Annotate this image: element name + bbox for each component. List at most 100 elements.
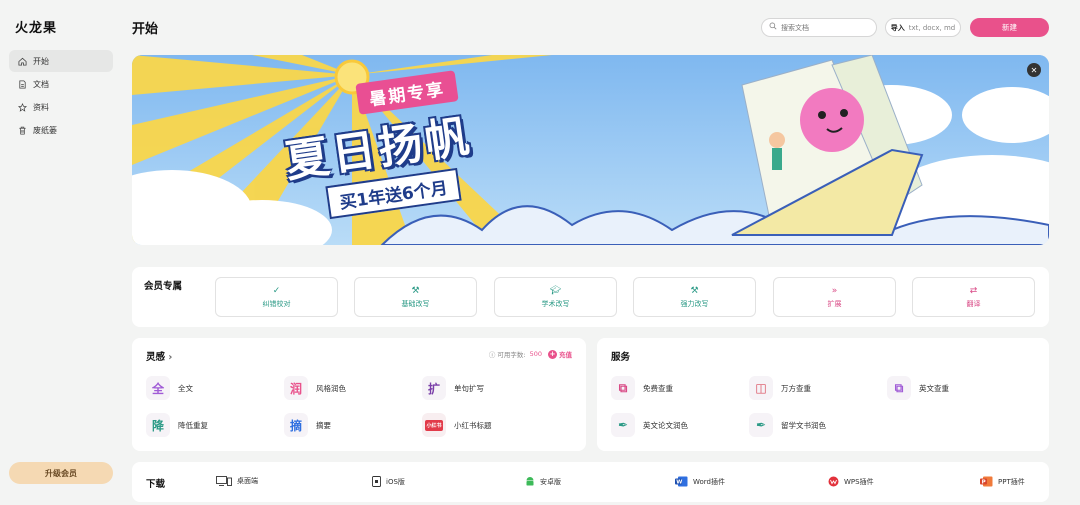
member-button-label: 基础改写 (401, 300, 430, 308)
expand-button[interactable]: » 扩展 (773, 277, 896, 317)
double-chevron-icon: » (831, 286, 838, 296)
search-input[interactable] (781, 23, 871, 32)
magic-wand-icon: ⚒ (690, 286, 699, 296)
trash-icon (17, 125, 27, 135)
tool-label: 单句扩写 (454, 383, 484, 393)
tool-full-text[interactable]: 全 全文 (146, 376, 193, 400)
graduation-cap-icon: 🎓︎ (549, 286, 562, 296)
svg-text:P: P (982, 480, 986, 486)
search-box[interactable] (761, 18, 877, 37)
tool-label: 全文 (178, 383, 193, 393)
check-icon: ✓ (272, 286, 281, 296)
recharge-label: 充值 (559, 351, 572, 359)
desktop-icon (216, 476, 232, 486)
download-android[interactable]: 安卓版 (525, 476, 561, 487)
tool-sentence-expand[interactable]: 扩 单句扩写 (422, 376, 484, 400)
member-exclusive-card: 会员专属 ✓ 纠错校对 ⚒ 基础改写 🎓︎ 学术改写 ⚒ 强力改写 » 扩展 ⇄… (132, 267, 1049, 327)
download-desktop[interactable]: 桌面端 (216, 476, 258, 486)
word-count: ⓘ 可用字数: 500 + 充值 (489, 349, 572, 359)
page-title: 开始 (132, 22, 159, 37)
download-wps-plugin[interactable]: WPS插件 (828, 476, 874, 487)
wps-icon (828, 476, 839, 487)
translate-button[interactable]: ⇄ 翻译 (912, 277, 1035, 317)
proofread-button[interactable]: ✓ 纠错校对 (215, 277, 338, 317)
inspiration-title-text: 灵感 (146, 352, 166, 363)
download-label: iOS版 (386, 477, 405, 486)
ppt-icon: P (980, 476, 993, 487)
service-label: 留学文书润色 (781, 420, 826, 430)
import-button[interactable]: 导入 txt, docx, md (885, 18, 961, 37)
info-icon: ⓘ (488, 351, 496, 359)
ios-icon (372, 476, 381, 487)
sidebar-item-label: 文档 (33, 79, 49, 89)
basic-rewrite-button[interactable]: ⚒ 基础改写 (354, 277, 477, 317)
word-count-value: 500 (529, 350, 542, 358)
word-icon: W (675, 476, 688, 487)
services-title: 服务 (611, 352, 631, 363)
inspiration-card: 灵感 › ⓘ 可用字数: 500 + 充值 全 全文 润 风格润色 扩 单句扩写 … (132, 338, 586, 451)
member-button-label: 强力改写 (680, 300, 709, 308)
download-ppt-plugin[interactable]: P PPT插件 (980, 476, 1025, 487)
tool-glyph: 降 (146, 413, 170, 437)
app-logo: 火龙果 (15, 21, 58, 36)
service-label: 英文论文润色 (643, 420, 688, 430)
sidebar-item-label: 资料 (33, 102, 49, 112)
grid-icon: ◫ (749, 376, 773, 400)
download-label: 桌面端 (237, 477, 258, 485)
service-english-paper-polish[interactable]: ✒ 英文论文润色 (611, 413, 688, 437)
member-title: 会员专属 (144, 281, 183, 292)
promo-banner[interactable]: 暑期专享 夏日扬帆 买1年送6个月 ✕ (132, 55, 1049, 245)
download-label: WPS插件 (844, 477, 874, 486)
word-count-label: 可用字数: (497, 351, 526, 359)
sidebar-item-label: 废纸篓 (33, 125, 57, 135)
tool-summary[interactable]: 摘 摘要 (284, 413, 331, 437)
import-label: 导入 (890, 23, 905, 32)
service-label: 免费查重 (643, 383, 673, 393)
academic-rewrite-button[interactable]: 🎓︎ 学术改写 (494, 277, 617, 317)
upgrade-membership-button[interactable]: 升级会员 (9, 462, 113, 484)
close-icon[interactable]: ✕ (1027, 63, 1041, 77)
home-icon (17, 56, 27, 66)
recharge-button[interactable]: + 充值 (548, 349, 572, 359)
service-free-check[interactable]: ⧉ 免费查重 (611, 376, 673, 400)
tool-glyph: 全 (146, 376, 170, 400)
tool-glyph: 摘 (284, 413, 308, 437)
download-label: PPT插件 (998, 477, 1025, 486)
tool-reduce-duplication[interactable]: 降 降低重复 (146, 413, 208, 437)
sidebar-item-materials[interactable]: 资料 (9, 96, 113, 118)
sidebar-nav: 开始 文档 资料 废纸篓 (9, 50, 113, 142)
magic-wand-icon: ⚒ (411, 286, 420, 296)
download-word-plugin[interactable]: W Word插件 (675, 476, 725, 487)
member-button-label: 翻译 (966, 300, 981, 308)
import-formats: txt, docx, md (908, 23, 956, 32)
tool-glyph: 小红书 (425, 419, 443, 431)
pen-nib-icon: ✒ (749, 413, 773, 437)
service-wanfang-check[interactable]: ◫ 万方查重 (749, 376, 811, 400)
copy-check-icon: ⧉ (887, 376, 911, 400)
chevron-right-icon: › (168, 352, 173, 363)
new-document-button[interactable]: 新建 (970, 18, 1049, 37)
sidebar-item-label: 开始 (33, 56, 49, 66)
member-button-label: 扩展 (827, 300, 842, 308)
sidebar-item-documents[interactable]: 文档 (9, 73, 113, 95)
plus-icon: + (548, 349, 557, 359)
star-icon (17, 102, 27, 112)
android-icon (525, 476, 535, 487)
strong-rewrite-button[interactable]: ⚒ 强力改写 (633, 277, 756, 317)
tool-glyph: 扩 (422, 376, 446, 400)
inspiration-title[interactable]: 灵感 › (146, 349, 172, 363)
document-icon (17, 79, 27, 89)
download-title: 下载 (146, 479, 166, 490)
sidebar-item-trash[interactable]: 废纸篓 (9, 119, 113, 141)
service-study-abroad-polish[interactable]: ✒ 留学文书润色 (749, 413, 826, 437)
xiaohongshu-icon: 小红书 (422, 413, 446, 437)
tool-label: 摘要 (316, 420, 331, 430)
tool-xiaohongshu-title[interactable]: 小红书 小红书标题 (422, 413, 492, 437)
sidebar-item-start[interactable]: 开始 (9, 50, 113, 72)
download-ios[interactable]: iOS版 (372, 476, 405, 487)
tool-label: 风格润色 (316, 383, 346, 393)
tool-style-polish[interactable]: 润 风格润色 (284, 376, 346, 400)
service-english-check[interactable]: ⧉ 英文查重 (887, 376, 949, 400)
services-card: 服务 ⧉ 免费查重 ◫ 万方查重 ⧉ 英文查重 ✒ 英文论文润色 ✒ 留学文书润… (597, 338, 1049, 451)
member-button-label: 纠错校对 (262, 300, 291, 308)
